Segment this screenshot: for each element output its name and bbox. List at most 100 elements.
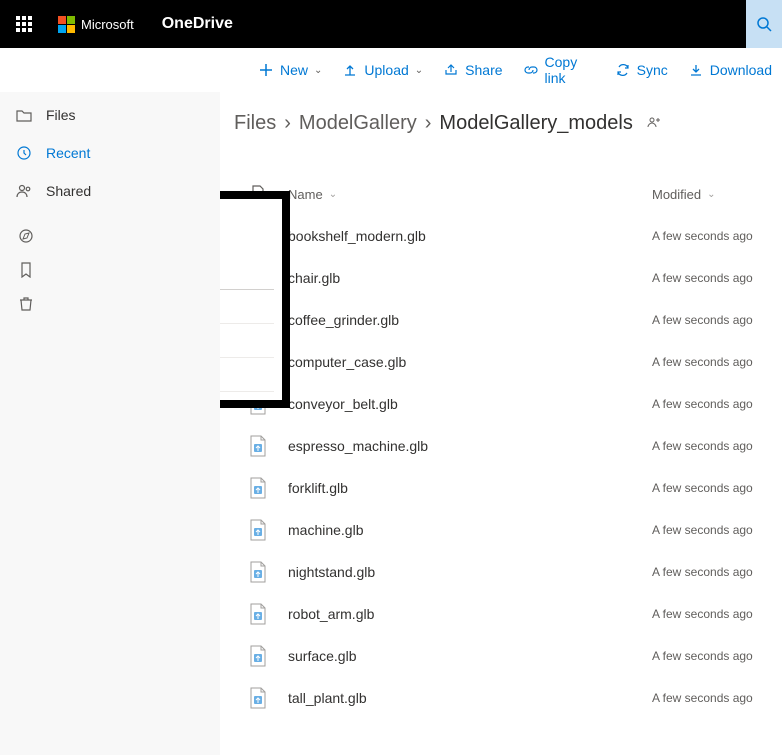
file-name-cell[interactable]: chair.glb — [288, 270, 652, 286]
copylink-label: Copy link — [545, 54, 595, 86]
search-button[interactable] — [746, 0, 782, 48]
file-name-cell[interactable]: nightstand.glb — [288, 564, 652, 580]
sidebar-item-shared[interactable]: Shared — [0, 172, 220, 210]
file-icon-cell — [228, 435, 288, 457]
file-name-cell[interactable]: espresso_machine.glb — [288, 438, 652, 454]
share-access-icon[interactable] — [647, 115, 661, 132]
sidebar-secondary-icons — [0, 210, 220, 312]
file-modified-cell: A few seconds ago — [652, 439, 782, 453]
popover-name-cell[interactable]: ModelGallery.xlsx — [220, 368, 274, 382]
sidebar-files-label: Files — [46, 107, 76, 123]
table-row[interactable]: espresso_machine.glbA few seconds ago — [228, 425, 782, 467]
topbar: Microsoft OneDrive — [0, 0, 782, 48]
share-button[interactable]: Share — [433, 48, 512, 92]
popover-name-col[interactable]: Name ⌄ — [220, 266, 274, 280]
popover-row[interactable]: ModelGallery.xlsx — [220, 358, 274, 392]
file-icon-cell — [228, 603, 288, 625]
popover-table-header: Name ⌄ — [220, 256, 274, 290]
command-bar: New ⌄ Upload ⌄ Share Copy link Sync Down… — [0, 48, 782, 92]
file-name-cell[interactable]: coffee_grinder.glb — [288, 312, 652, 328]
modified-col-label: Modified — [652, 187, 701, 202]
link-icon — [523, 62, 539, 78]
file-modified-cell: A few seconds ago — [652, 607, 782, 621]
bookmark-icon[interactable] — [18, 262, 34, 278]
download-button[interactable]: Download — [678, 48, 782, 92]
table-row[interactable]: chair.glbA few seconds ago — [228, 257, 782, 299]
upload-button[interactable]: Upload ⌄ — [332, 48, 433, 92]
table-row[interactable]: coffee_grinder.glbA few seconds ago — [228, 299, 782, 341]
file-icon-cell — [228, 561, 288, 583]
file-name-cell[interactable]: bookshelf_modern.glb — [288, 228, 652, 244]
share-label: Share — [465, 62, 502, 78]
people-icon — [16, 183, 32, 199]
file-icon-cell — [228, 477, 288, 499]
glb-file-icon — [249, 477, 267, 499]
sidebar-item-recent[interactable]: Recent — [0, 134, 220, 172]
sync-button[interactable]: Sync — [605, 48, 678, 92]
file-modified-cell: A few seconds ago — [652, 271, 782, 285]
file-icon-cell — [228, 645, 288, 667]
file-name-cell[interactable]: machine.glb — [288, 522, 652, 538]
table-row[interactable]: robot_arm.glb A few seconds ago — [228, 593, 782, 635]
modified-text: A few seconds ago — [652, 229, 753, 243]
microsoft-logo-icon — [58, 16, 75, 33]
popover-name-cell[interactable]: ModelGallery_models — [220, 334, 274, 348]
ms-brand[interactable]: Microsoft — [58, 16, 134, 33]
recycle-bin-icon[interactable] — [18, 296, 34, 312]
sidebar-item-files[interactable]: Files — [0, 96, 220, 134]
chevron-down-icon: ⌄ — [314, 65, 322, 76]
file-name: robot_arm.glb — [288, 606, 374, 622]
file-modified-cell: A few seconds ago — [652, 313, 782, 327]
column-name-header[interactable]: Name ⌄ — [288, 187, 652, 202]
table-row[interactable]: tall_plant.glbA few seconds ago — [228, 677, 782, 719]
file-table: Name ⌄ Modified ⌄ bookshelf_modern.glbA … — [228, 173, 782, 719]
file-modified-cell: A few seconds ago — [652, 649, 782, 663]
table-row[interactable]: forklift.glbA few seconds ago — [228, 467, 782, 509]
copylink-button[interactable]: Copy link — [513, 48, 605, 92]
modified-text: A few seconds ago — [652, 607, 753, 621]
modified-text: A few seconds ago — [652, 691, 753, 705]
modified-text: A few seconds ago — [652, 397, 753, 411]
glb-file-icon — [249, 603, 267, 625]
upload-label: Upload — [364, 62, 408, 78]
file-name-cell[interactable]: forklift.glb — [288, 480, 652, 496]
file-name-cell[interactable]: conveyor_belt.glb — [288, 396, 652, 412]
file-name-cell[interactable]: computer_case.glb — [288, 354, 652, 370]
popover-row[interactable]: ModelGallery_models — [220, 324, 274, 358]
popover-name-cell[interactable]: ModelGallery_images — [220, 300, 274, 314]
file-name: nightstand.glb — [288, 564, 375, 580]
breadcrumb-files[interactable]: Files — [234, 112, 276, 135]
plus-icon — [258, 62, 274, 78]
table-row[interactable]: nightstand.glbA few seconds ago — [228, 551, 782, 593]
glb-file-icon — [249, 687, 267, 709]
modified-text: A few seconds ago — [652, 649, 753, 663]
table-row[interactable]: conveyor_belt.glbA few seconds ago — [228, 383, 782, 425]
sidebar: Files Recent Shared — [0, 92, 220, 755]
file-modified-cell: A few seconds ago — [652, 523, 782, 537]
popover-row[interactable]: ModelGallery_images — [220, 290, 274, 324]
app-launcher[interactable] — [0, 16, 48, 32]
table-row[interactable]: computer_case.glbA few seconds ago — [228, 341, 782, 383]
table-row[interactable]: bookshelf_modern.glbA few seconds ago — [228, 215, 782, 257]
file-modified-cell: A few seconds ago — [652, 397, 782, 411]
table-row[interactable]: surface.glbA few seconds ago — [228, 635, 782, 677]
download-icon — [688, 62, 704, 78]
sync-icon — [615, 62, 631, 78]
app-title[interactable]: OneDrive — [162, 15, 233, 33]
column-modified-header[interactable]: Modified ⌄ — [652, 187, 782, 202]
file-modified-cell: A few seconds ago — [652, 691, 782, 705]
file-name-cell[interactable]: surface.glb — [288, 648, 652, 664]
breadcrumb-modelgallery[interactable]: ModelGallery — [299, 112, 417, 135]
file-name-cell[interactable]: tall_plant.glb — [288, 690, 652, 706]
discover-icon[interactable] — [18, 228, 34, 244]
table-row[interactable]: machine.glbA few seconds ago — [228, 509, 782, 551]
glb-file-icon — [249, 435, 267, 457]
upload-icon — [342, 62, 358, 78]
sidebar-shared-label: Shared — [46, 183, 91, 199]
new-button[interactable]: New ⌄ — [248, 48, 332, 92]
sync-label: Sync — [637, 62, 668, 78]
modified-text: A few seconds ago — [652, 313, 753, 327]
file-modified-cell: A few seconds ago — [652, 355, 782, 369]
glb-file-icon — [249, 519, 267, 541]
file-name-cell[interactable]: robot_arm.glb — [288, 606, 652, 622]
